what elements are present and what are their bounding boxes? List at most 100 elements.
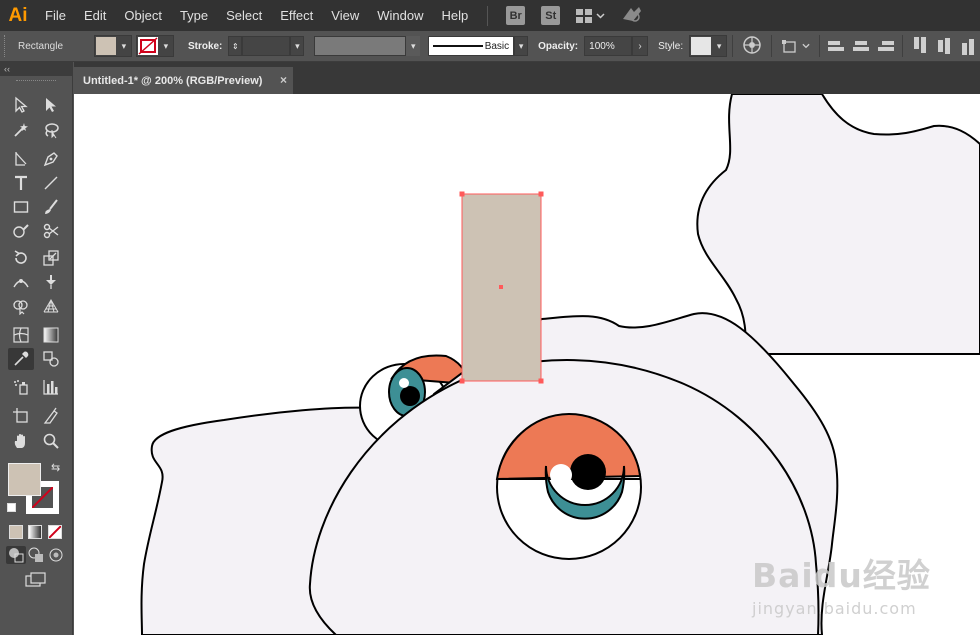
stock-button[interactable]: St <box>541 6 561 25</box>
chevron-down-icon[interactable]: ▾ <box>117 36 131 56</box>
back-blob-shape[interactable] <box>696 94 980 355</box>
draw-normal-icon[interactable] <box>6 546 26 564</box>
document-tab[interactable]: Untitled-1* @ 200% (RGB/Preview) × <box>74 67 293 94</box>
menu-object[interactable]: Object <box>115 0 171 31</box>
stroke-label: Stroke: <box>187 40 223 52</box>
rectangle-tool-icon[interactable] <box>8 196 34 218</box>
align-bottom-icon[interactable] <box>959 37 977 55</box>
bridge-button[interactable]: Br <box>506 6 526 25</box>
chevron-down-icon[interactable]: ▾ <box>290 36 305 56</box>
none-mode-icon[interactable] <box>48 525 62 539</box>
menu-view[interactable]: View <box>322 0 368 31</box>
watermark-sub-text: jingyan.baidu.com <box>752 599 917 618</box>
align-left-icon[interactable] <box>828 37 846 55</box>
direct-selection-tool-icon[interactable] <box>38 94 64 116</box>
transform-icon[interactable] <box>781 37 810 55</box>
opacity-label: Opacity: <box>538 40 579 52</box>
fill-indicator[interactable] <box>8 463 41 496</box>
shaper-tool-icon[interactable] <box>8 220 34 242</box>
menu-effect[interactable]: Effect <box>271 0 322 31</box>
align-right-icon[interactable] <box>876 37 895 55</box>
symbol-sprayer-tool-icon[interactable] <box>8 376 34 398</box>
close-tab-icon[interactable]: × <box>280 73 287 87</box>
opacity-input[interactable]: 100% <box>584 36 633 56</box>
recolor-artwork-icon[interactable] <box>742 35 762 58</box>
mesh-tool-icon[interactable] <box>8 324 34 346</box>
line-segment-tool-icon[interactable] <box>8 148 34 170</box>
hand-tool-icon[interactable] <box>8 430 34 452</box>
control-bar: Rectangle ▾ ▾ Stroke: ⇕ ▾ ▾ Basic ▾ Opac… <box>0 31 980 62</box>
puppet-warp-tool-icon[interactable] <box>38 271 64 293</box>
zoom-tool-icon[interactable] <box>38 430 64 452</box>
chevron-down-icon[interactable]: ▾ <box>406 36 421 56</box>
lasso-tool-icon[interactable] <box>38 119 64 141</box>
scale-tool-icon[interactable] <box>38 247 64 269</box>
graphic-style-swatch[interactable] <box>691 37 712 55</box>
stroke-swatch[interactable] <box>137 37 158 55</box>
brush-definition[interactable]: Basic <box>428 36 515 56</box>
panel-grip[interactable] <box>4 35 8 57</box>
selected-rectangle[interactable] <box>459 191 544 384</box>
graphic-style-control[interactable]: ▾ <box>689 35 728 57</box>
swap-fill-stroke-icon[interactable]: ⇆ <box>51 461 60 474</box>
chevron-down-icon[interactable]: ▾ <box>514 36 529 56</box>
separator <box>819 35 821 57</box>
variable-width-profile[interactable] <box>314 36 407 56</box>
blend-tool-icon[interactable] <box>38 348 64 370</box>
brush-label: Basic <box>484 40 510 52</box>
width-tool-icon[interactable] <box>8 271 34 293</box>
perspective-grid-tool-icon[interactable] <box>38 295 64 317</box>
menu-type[interactable]: Type <box>171 0 217 31</box>
align-vertical-center-icon[interactable] <box>935 37 953 55</box>
panel-grip[interactable] <box>16 80 56 82</box>
magic-wand-tool-icon[interactable] <box>8 119 34 141</box>
stroke-weight-stepper[interactable]: ⇕ <box>228 36 243 56</box>
fill-swatch[interactable] <box>95 37 116 55</box>
draw-inside-icon[interactable] <box>46 546 66 564</box>
align-center-icon[interactable] <box>852 37 870 55</box>
menu-help[interactable]: Help <box>432 0 477 31</box>
style-label: Style: <box>658 40 684 52</box>
fill-swatch-control[interactable]: ▾ <box>93 35 132 57</box>
main-eye[interactable] <box>495 412 642 560</box>
menu-file[interactable]: File <box>36 0 75 31</box>
chevron-down-icon[interactable]: ▾ <box>159 36 173 56</box>
selection-tool-icon[interactable] <box>8 94 34 116</box>
selection-handle[interactable] <box>538 191 544 197</box>
watermark-main-text: Baidu经验 <box>752 556 931 595</box>
artboard-tool-icon[interactable] <box>8 405 34 427</box>
color-mode-icon[interactable] <box>9 525 23 539</box>
arrange-grid-icon <box>576 8 593 23</box>
draw-behind-icon[interactable] <box>26 546 46 564</box>
gradient-tool-icon[interactable] <box>38 324 64 346</box>
line-tool-icon[interactable] <box>38 172 64 194</box>
shape-builder-tool-icon[interactable] <box>8 295 34 317</box>
align-top-icon[interactable] <box>911 37 929 55</box>
menu-select[interactable]: Select <box>217 0 271 31</box>
rotate-tool-icon[interactable] <box>8 247 34 269</box>
scissors-tool-icon[interactable] <box>38 220 64 242</box>
arrange-documents-button[interactable] <box>576 8 605 23</box>
type-tool-icon[interactable] <box>8 172 34 194</box>
stroke-swatch-control[interactable]: ▾ <box>135 35 174 57</box>
selection-handle[interactable] <box>459 191 465 197</box>
artboard-canvas[interactable]: Baidu经验 jingyan.baidu.com <box>74 94 980 635</box>
app-logo: Ai <box>8 4 28 26</box>
selection-handle[interactable] <box>459 378 465 384</box>
default-fill-stroke-icon[interactable] <box>7 503 16 512</box>
column-graph-tool-icon[interactable] <box>38 376 64 398</box>
selection-handle[interactable] <box>538 378 544 384</box>
tools-panel-collapse[interactable]: ‹‹ <box>0 62 72 76</box>
slice-tool-icon[interactable] <box>38 405 64 427</box>
eyedropper-tool-icon[interactable] <box>8 348 34 370</box>
pen-tool-icon[interactable] <box>38 148 64 170</box>
paintbrush-tool-icon[interactable] <box>38 196 64 218</box>
menu-edit[interactable]: Edit <box>75 0 115 31</box>
menu-window[interactable]: Window <box>368 0 432 31</box>
gpu-performance-icon[interactable] <box>621 5 643 26</box>
chevron-right-icon[interactable]: › <box>632 36 649 56</box>
chevron-down-icon[interactable]: ▾ <box>712 36 726 56</box>
gradient-mode-icon[interactable] <box>28 525 42 539</box>
change-screen-mode-icon[interactable] <box>22 570 50 590</box>
stroke-weight-input[interactable] <box>242 36 291 56</box>
